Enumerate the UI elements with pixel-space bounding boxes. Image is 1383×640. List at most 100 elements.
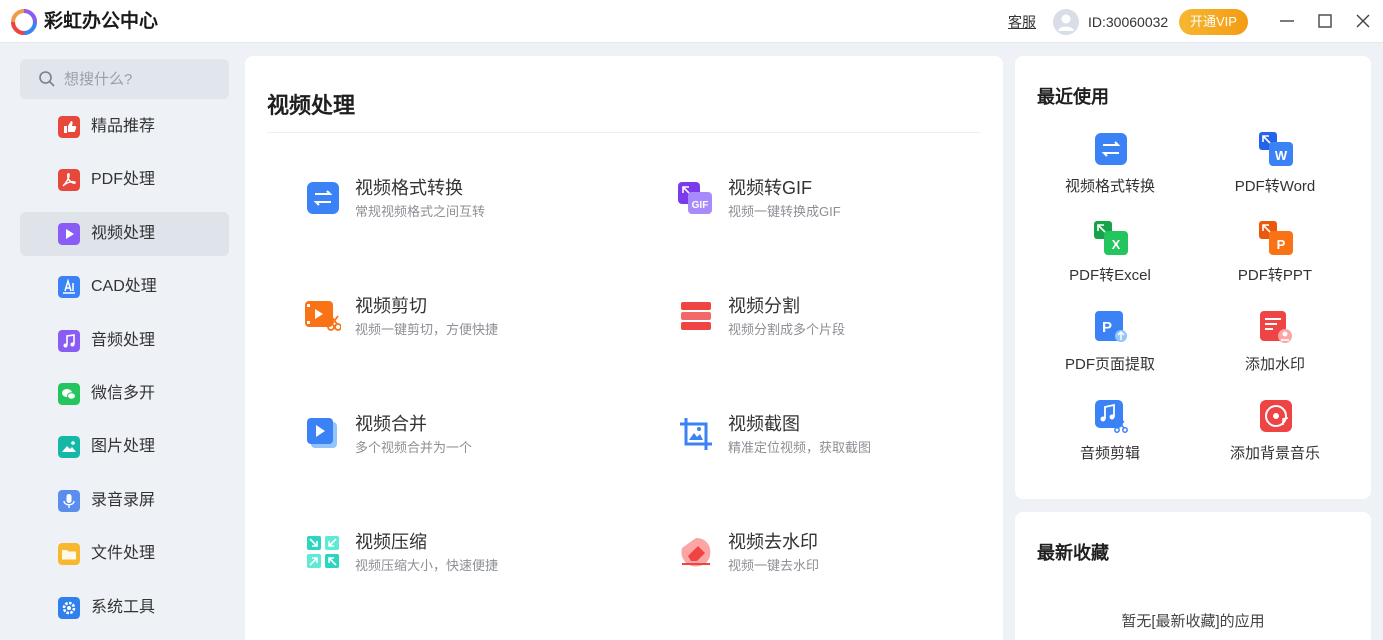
tool-video-format-convert[interactable]: 视频格式转换 常规视频格式之间互转 [305,168,605,228]
recent-item-label: 添加背景音乐 [1229,445,1320,462]
sidebar-item-label: 文件处理 [91,545,156,563]
tool-desc: 常规视频格式之间互转 [355,204,486,219]
play-icon [58,222,80,245]
search-box[interactable] [20,59,229,99]
svg-text:P: P [1277,237,1286,252]
sidebar-item-system-tools[interactable]: 系统工具 [20,586,229,630]
recent-item-pdf-extract[interactable]: P PDF页面提取 [1035,310,1185,390]
pdf-to-excel-icon: X [1094,221,1128,255]
recent-item-pdf-to-excel[interactable]: X PDF转Excel [1035,221,1185,301]
recent-item-pdf-to-ppt[interactable]: P PDF转PPT [1200,221,1350,301]
recent-item-label: 音频剪辑 [1079,445,1140,462]
sidebar-item-label: 录音录屏 [91,491,156,509]
sidebar-item-featured[interactable]: 精品推荐 [20,105,229,149]
sidebar-item-files[interactable]: 文件处理 [20,532,229,576]
svg-text:X: X [1112,237,1121,252]
video-merge-icon [307,418,337,448]
sidebar-item-label: 图片处理 [91,438,156,456]
sidebar-item-label: 精品推荐 [91,118,156,135]
tool-video-compress[interactable]: 视频压缩 视频压缩大小，快速便捷 [305,522,605,582]
sidebar-item-recording[interactable]: 录音录屏 [20,479,229,523]
recent-item-pdf-to-word[interactable]: W PDF转Word [1200,132,1350,212]
thumbs-up-icon [58,116,80,138]
avatar[interactable] [1053,9,1079,35]
pdf-icon [58,169,80,192]
audio-cut-icon [1095,400,1128,433]
svg-text:GIF: GIF [692,200,709,211]
sidebar-item-label: CAD处理 [91,278,157,296]
vip-button[interactable]: 开通VIP [1179,9,1248,35]
tool-video-split[interactable]: 视频分割 视频分割成多个片段 [678,286,978,346]
crop-icon [680,418,712,450]
favorites-empty-text: 暂无[最新收藏]的应用 [1121,613,1265,630]
tool-video-to-gif[interactable]: GIF 视频转GIF 视频一键转换成GIF [678,168,978,228]
cad-icon [58,276,80,299]
tool-name: 视频去水印 [728,532,818,552]
sidebar-item-pdf[interactable]: PDF处理 [20,158,229,202]
tool-name: 视频压缩 [355,532,427,552]
gif-icon: GIF [678,182,712,214]
format-convert-icon [1095,133,1127,165]
customer-service-link[interactable]: 客服 [1008,12,1036,32]
app-title: 彩虹办公中心 [44,11,159,32]
microphone-icon [58,489,80,512]
tool-video-remove-watermark[interactable]: 视频去水印 视频一键去水印 [678,522,978,582]
recent-item-video-format-convert[interactable]: 视频格式转换 [1035,132,1185,212]
sidebar-item-label: 音频处理 [91,331,156,349]
title-bar: 彩虹办公中心 客服 ID:30060032 开通VIP [0,0,1383,43]
maximize-icon[interactable] [1314,10,1336,32]
recent-item-label: PDF页面提取 [1064,356,1155,373]
tool-video-merge[interactable]: 视频合并 多个视频合并为一个 [305,404,605,464]
tool-desc: 视频一键去水印 [728,558,820,573]
tool-desc: 多个视频合并为一个 [355,440,473,455]
tool-name: 视频剪切 [355,296,427,316]
recent-item-label: PDF转Excel [1069,267,1151,284]
video-cut-icon [305,301,341,331]
divider [267,132,980,133]
search-icon [39,71,55,87]
svg-text:W: W [1275,148,1288,163]
close-icon[interactable] [1352,10,1374,32]
recent-item-audio-cut[interactable]: 音频剪辑 [1035,399,1185,479]
minimize-icon[interactable] [1276,10,1298,32]
page-title: 视频处理 [267,93,356,118]
rainbow-logo-icon [11,9,37,35]
tool-desc: 视频一键转换成GIF [728,204,841,219]
tool-desc: 视频压缩大小，快速便捷 [355,558,499,573]
sidebar-item-label: 微信多开 [91,384,156,402]
sidebar-item-label: 视频处理 [91,224,156,242]
recent-item-background-music[interactable]: 添加背景音乐 [1200,399,1350,479]
tool-name: 视频截图 [728,414,800,434]
eraser-icon [681,538,711,567]
gear-icon [58,596,80,619]
main-panel: 视频处理 视频格式转换 常规视频格式之间互转 GIF 视频转GIF 视频一键转换… [245,56,1003,640]
tool-desc: 精准定位视频，获取截图 [728,440,872,455]
tool-name: 视频分割 [728,296,800,316]
sidebar-item-audio[interactable]: 音频处理 [20,319,229,363]
user-icon [1058,14,1074,31]
favorites-title: 最新收藏 [1037,543,1109,563]
tool-video-cut[interactable]: 视频剪切 视频一键剪切，方便快捷 [305,286,605,346]
recent-title: 最近使用 [1037,87,1109,107]
sidebar-item-video[interactable]: 视频处理 [20,211,229,256]
sidebar-item-wechat[interactable]: 微信多开 [20,372,229,416]
user-id: ID:30060032 [1088,14,1169,30]
music-icon [58,329,80,352]
recent-item-label: 添加水印 [1244,356,1305,373]
image-icon [58,436,80,459]
sidebar-item-cad[interactable]: CAD处理 [20,265,229,309]
video-split-icon [681,302,711,330]
format-convert-icon [307,182,339,214]
folder-icon [58,543,80,566]
sidebar-item-image[interactable]: 图片处理 [20,425,229,469]
tool-name: 视频转GIF [728,178,812,198]
tool-video-screenshot[interactable]: 视频截图 精准定位视频，获取截图 [678,404,978,464]
recent-item-add-watermark[interactable]: 添加水印 [1200,310,1350,390]
tool-desc: 视频分割成多个片段 [728,322,846,337]
tool-name: 视频合并 [355,414,427,434]
compress-icon [307,536,339,568]
search-input[interactable] [64,67,214,91]
recent-item-label: PDF转Word [1234,178,1316,195]
sidebar-item-label: PDF处理 [91,171,156,189]
recent-item-label: PDF转PPT [1237,267,1313,284]
